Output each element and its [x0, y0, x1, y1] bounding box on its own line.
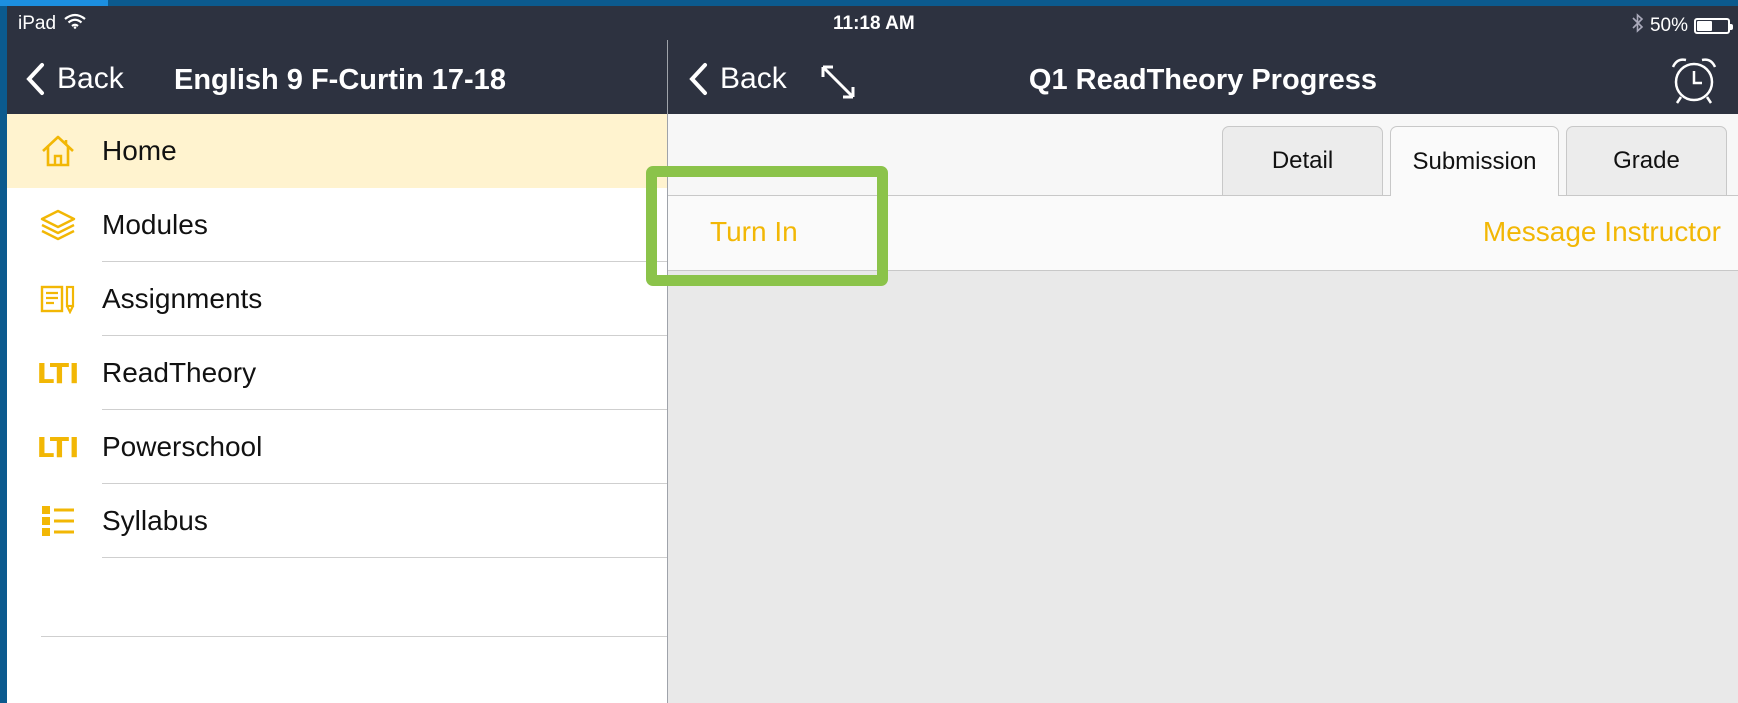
sidebar-item-label: Syllabus — [102, 505, 208, 536]
top-accent-bar — [0, 0, 108, 6]
wifi-icon — [64, 13, 86, 35]
sidebar-navbar: Back English 9 F-Curtin 17-18 — [7, 40, 667, 114]
device-label: iPad — [18, 13, 57, 34]
sidebar-item-powerschool[interactable]: LTI Powerschool — [7, 410, 667, 484]
tab-label: Submission — [1412, 147, 1537, 175]
lti-icon: LTI — [36, 355, 80, 391]
tab-label: Detail — [1271, 147, 1334, 174]
battery-fill — [1697, 21, 1712, 31]
sidebar-item-home[interactable]: Home — [7, 114, 667, 188]
chevron-left-icon — [689, 63, 707, 95]
sidebar-item-label: Modules — [102, 209, 208, 240]
divider — [102, 557, 667, 558]
status-right: 50% — [1632, 13, 1733, 39]
sidebar-item-label: Home — [102, 135, 177, 166]
list-icon — [39, 503, 77, 539]
ipad-screen: iPad 11:18 AM 50% Back English 9 F-Curti… — [7, 6, 1738, 703]
back-label: Back — [720, 62, 787, 95]
sidebar-item-readtheory[interactable]: LTI ReadTheory — [7, 336, 667, 410]
back-label: Back — [57, 62, 124, 95]
status-bar: iPad 11:18 AM 50% — [7, 6, 1738, 40]
expand-icon[interactable] — [818, 62, 858, 107]
message-instructor-button[interactable]: Message Instructor — [1483, 216, 1721, 248]
lti-icon: LTI — [36, 429, 80, 465]
course-title: English 9 F-Curtin 17-18 — [174, 64, 506, 96]
status-time: 11:18 AM — [833, 13, 915, 34]
tab-detail[interactable]: Detail — [1222, 126, 1383, 195]
detail-navbar: Q1 ReadTheory Progress Back — [668, 40, 1738, 114]
sidebar-item-modules[interactable]: Modules — [7, 188, 667, 262]
tab-label: Grade — [1613, 147, 1680, 174]
home-icon — [39, 133, 77, 169]
turn-in-highlight-box — [646, 166, 888, 286]
battery-icon — [1694, 18, 1733, 34]
bluetooth-icon — [1632, 13, 1644, 39]
tab-grade[interactable]: Grade — [1566, 126, 1727, 195]
sidebar-item-syllabus[interactable]: Syllabus — [7, 484, 667, 558]
sidebar-item-label: Powerschool — [102, 431, 263, 462]
detail-back-button[interactable]: Back — [688, 62, 787, 96]
sidebar-item-label: ReadTheory — [102, 357, 257, 388]
lti-icon-text: LTI — [36, 430, 80, 464]
tab-submission[interactable]: Submission — [1390, 126, 1559, 196]
sidebar-back-button[interactable]: Back — [25, 62, 124, 96]
course-sidebar: Home Modules Assignments LTI ReadTheory … — [7, 114, 667, 703]
layers-icon — [39, 207, 77, 243]
battery-percent: 50% — [1649, 15, 1688, 36]
sidebar-item-label: Assignments — [102, 283, 263, 314]
sidebar-item-assignments[interactable]: Assignments — [7, 262, 667, 336]
divider — [41, 636, 667, 637]
assignments-icon — [39, 281, 77, 317]
alarm-clock-icon[interactable] — [1668, 54, 1720, 111]
status-left: iPad — [18, 13, 86, 35]
lti-icon-text: LTI — [36, 356, 80, 390]
chevron-left-icon — [26, 63, 44, 95]
